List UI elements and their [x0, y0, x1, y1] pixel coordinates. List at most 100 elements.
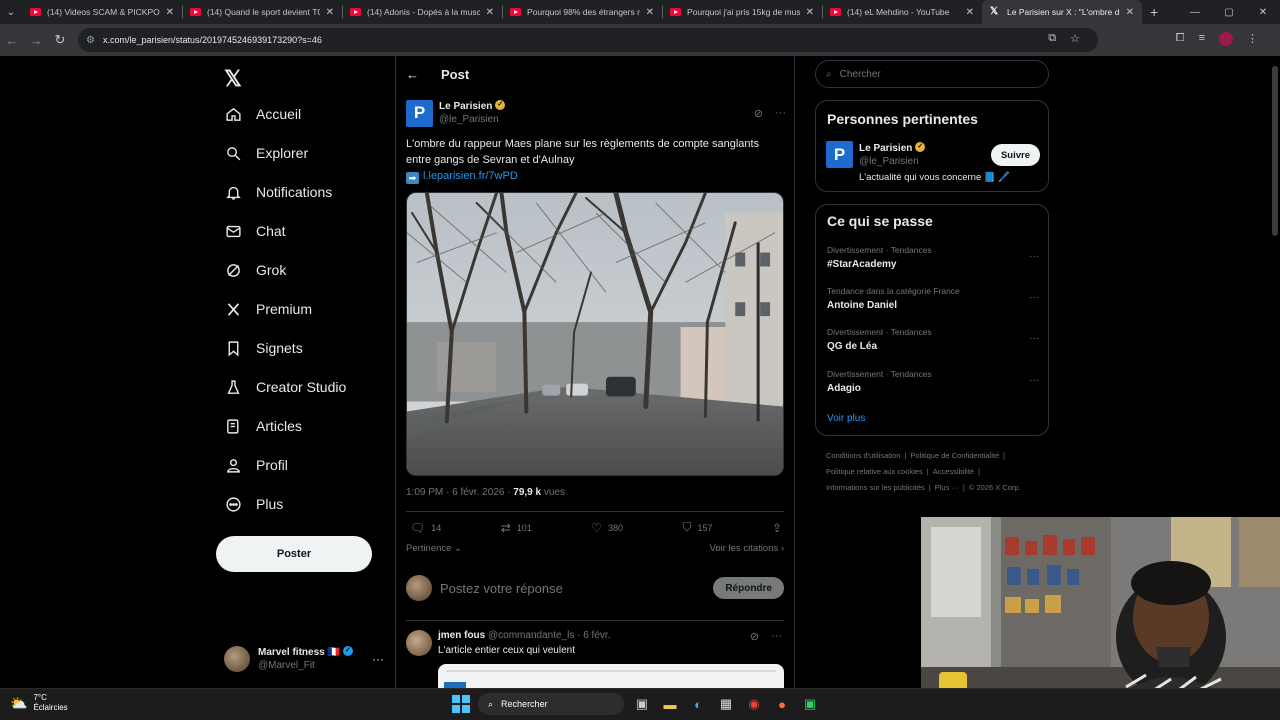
terms-link[interactable]: Conditions d'utilisation	[826, 451, 900, 460]
maximize-icon[interactable]: ▢	[1212, 0, 1246, 24]
relevant-person[interactable]: P Le Parisien @le_Parisien Suivre L'actu…	[826, 140, 1040, 187]
reply-image[interactable]	[438, 664, 784, 688]
privacy-link[interactable]: Politique de Confidentialité	[910, 451, 999, 460]
more-dots-icon[interactable]: ···	[1029, 292, 1039, 303]
browser-tab[interactable]: Pourquoi 98% des étrangers re ✕	[502, 0, 662, 24]
sidebar-item-accueil[interactable]: Accueil	[224, 98, 301, 130]
page-scrollbar[interactable]	[1272, 66, 1278, 236]
reply-input[interactable]: Postez votre réponse	[440, 581, 563, 596]
sidebar-item-premium[interactable]: Premium	[224, 293, 312, 325]
reply-tweet[interactable]: jmen fous @commandante_ls · 6 févr. ⊘ ···…	[406, 628, 784, 688]
view-quotes-link[interactable]: Voir les citations ›	[710, 543, 784, 554]
relevant-name[interactable]: Le Parisien	[859, 143, 912, 154]
more-dots-icon[interactable]: ···	[372, 652, 384, 666]
sidebar-item-profil[interactable]: Profil	[224, 449, 288, 481]
cast-icon[interactable]: ⧉	[1048, 32, 1056, 45]
reply-author-handle[interactable]: @commandante_ls · 6 févr.	[488, 630, 610, 641]
site-settings-icon[interactable]: ⚙	[86, 35, 95, 46]
browser-tab[interactable]: (14) Adonis - Dopés à la muscu ✕	[342, 0, 502, 24]
tweet-time[interactable]: 1:09 PM · 6 févr. 2026 ·	[406, 487, 513, 498]
share-action[interactable]: ⇪	[772, 520, 782, 535]
file-explorer-icon[interactable]: ▬	[660, 694, 680, 714]
more-dots-icon[interactable]: ···	[1029, 333, 1039, 344]
repost-action[interactable]: ⇄ 101	[501, 520, 532, 535]
sidebar-item-creator-studio[interactable]: Creator Studio	[224, 371, 346, 403]
browser-tab[interactable]: (14) Videos SCAM & PICKPOCK ✕	[22, 0, 182, 24]
media-control-icon[interactable]: ≡	[1199, 32, 1205, 46]
extensions-icon[interactable]: ⧠	[1176, 32, 1185, 46]
store-icon[interactable]: ▦	[716, 694, 736, 714]
avatar[interactable]	[406, 630, 432, 656]
browser-menu-icon[interactable]: ⋮	[1247, 32, 1258, 46]
trend-item[interactable]: Divertissement · Tendances QG de Léa ···	[827, 327, 1039, 357]
close-tab-icon[interactable]: ✕	[486, 7, 494, 18]
tweet-photo[interactable]	[406, 192, 784, 476]
more-dots-icon[interactable]: ···	[775, 107, 786, 120]
post-button[interactable]: Poster	[216, 536, 372, 572]
bookmark-action[interactable]: ⛉ 157	[682, 520, 712, 535]
close-tab-icon[interactable]: ✕	[166, 7, 174, 18]
x-logo-icon[interactable]: 𝕏	[224, 66, 242, 92]
cookies-link[interactable]: Politique relative aux cookies	[826, 467, 923, 476]
more-dots-icon[interactable]: ···	[1029, 251, 1039, 262]
follow-button[interactable]: Suivre	[990, 144, 1040, 166]
back-nav-icon[interactable]: ←	[0, 33, 24, 48]
le-parisien-logo[interactable]: P	[406, 99, 433, 127]
more-link[interactable]: Plus ···	[935, 483, 959, 492]
sidebar-item-signets[interactable]: Signets	[224, 332, 303, 364]
sidebar-item-grok[interactable]: Grok	[224, 254, 286, 286]
chrome-icon[interactable]: ◉	[744, 694, 764, 714]
close-tab-icon[interactable]: ✕	[326, 7, 334, 18]
app-icon[interactable]: ▣	[800, 694, 820, 714]
browser-tab[interactable]: Pourquoi j'ai pris 15kg de mus ✕	[662, 0, 822, 24]
accessibility-link[interactable]: Accessibilité	[933, 467, 974, 476]
close-window-icon[interactable]: ✕	[1246, 0, 1280, 24]
sort-dropdown[interactable]: Pertinence ⌄	[406, 543, 462, 554]
le-parisien-logo[interactable]: P	[826, 141, 853, 168]
taskbar-search[interactable]: ⌕ Rechercher	[478, 693, 624, 715]
author-name[interactable]: Le Parisien	[439, 101, 492, 112]
ads-info-link[interactable]: Informations sur les publicités	[826, 483, 925, 492]
author-handle[interactable]: @le_Parisien	[439, 113, 505, 126]
sidebar-item-articles[interactable]: Articles	[224, 410, 302, 442]
grok-icon[interactable]: ⊘	[750, 630, 759, 643]
firefox-icon[interactable]: ●	[772, 694, 792, 714]
task-view-icon[interactable]: ▣	[632, 694, 652, 714]
search-input[interactable]: ⌕ Chercher	[815, 60, 1049, 88]
browser-tab[interactable]: (14) Quand le sport devient TO ✕	[182, 0, 342, 24]
trend-item[interactable]: Divertissement · Tendances #StarAcademy ··…	[827, 245, 1039, 275]
close-tab-icon[interactable]: ✕	[806, 7, 814, 18]
back-arrow-icon[interactable]: ←	[406, 67, 419, 82]
tab-search-menu-icon[interactable]: ⌄	[0, 0, 22, 24]
minimize-icon[interactable]: —	[1178, 0, 1212, 24]
sidebar-item-explorer[interactable]: Explorer	[224, 137, 308, 169]
new-tab-button[interactable]: +	[1142, 0, 1166, 24]
trend-item[interactable]: Tendance dans la catégorie France Antoine…	[827, 286, 1039, 316]
trend-item[interactable]: Divertissement · Tendances Adagio ···	[827, 369, 1039, 399]
bookmark-star-icon[interactable]: ☆	[1070, 32, 1080, 45]
edge-icon[interactable]: ◐	[688, 694, 708, 714]
sidebar-item-notifications[interactable]: Notifications	[224, 176, 332, 208]
relevant-handle[interactable]: @le_Parisien	[859, 155, 925, 168]
url-bar[interactable]: ⚙ x.com/le_parisien/status/2019745246939…	[78, 28, 1098, 52]
browser-tab[interactable]: 𝕏 Le Parisien sur X : "L'ombre du ✕	[982, 0, 1142, 24]
sidebar-item-plus[interactable]: Plus	[224, 488, 283, 520]
close-tab-icon[interactable]: ✕	[646, 7, 654, 18]
account-switcher[interactable]: Marvel fitness 🇫🇷 @Marvel_Fit ···	[224, 642, 384, 676]
like-action[interactable]: ♡ 380	[591, 520, 623, 535]
grok-icon[interactable]: ⊘	[754, 107, 763, 120]
forward-nav-icon[interactable]: →	[24, 33, 48, 48]
close-tab-icon[interactable]: ✕	[1126, 7, 1134, 18]
weather-widget[interactable]: ⛅ 7°C Éclaircies	[10, 693, 68, 713]
close-tab-icon[interactable]: ✕	[966, 7, 974, 18]
reply-action[interactable]: 🗨 14	[410, 520, 441, 535]
more-dots-icon[interactable]: ···	[1029, 375, 1039, 386]
see-more-link[interactable]: Voir plus	[827, 413, 865, 424]
reload-icon[interactable]: ↻	[48, 32, 72, 48]
more-dots-icon[interactable]: ···	[771, 630, 782, 643]
browser-tab[interactable]: (14) eL Mehdino - YouTube ✕	[822, 0, 982, 24]
profile-avatar-icon[interactable]	[1219, 32, 1233, 46]
windows-start-icon[interactable]	[452, 695, 470, 713]
sidebar-item-chat[interactable]: Chat	[224, 215, 286, 247]
reply-author-name[interactable]: jmen fous	[438, 630, 485, 641]
